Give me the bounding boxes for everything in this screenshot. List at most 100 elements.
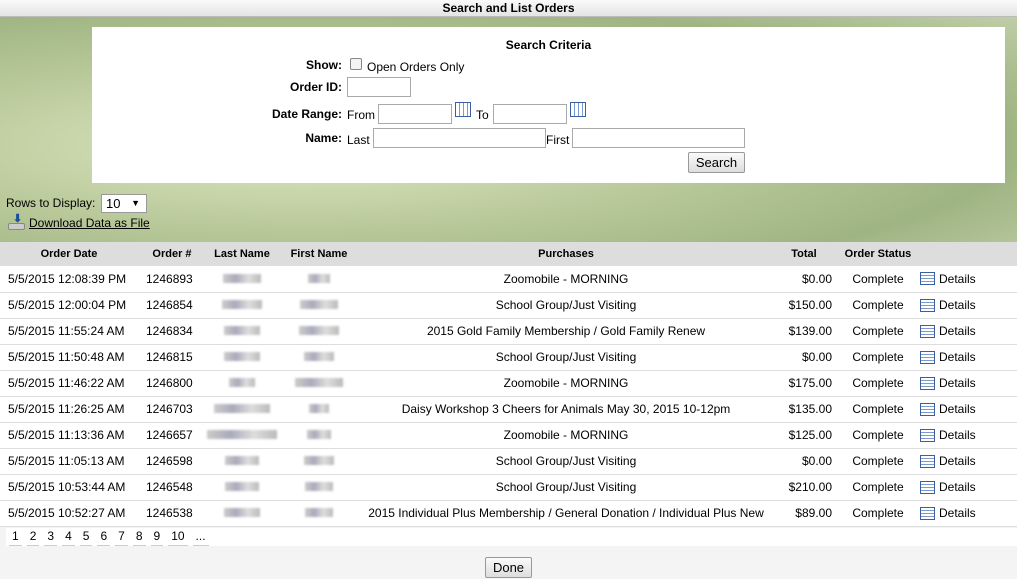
- rows-value: 10: [106, 196, 121, 211]
- order-status: Complete: [836, 344, 920, 371]
- order-date: 5/5/2015 12:00:04 PM: [0, 292, 138, 319]
- calendar-icon[interactable]: [455, 102, 471, 117]
- column-header: Total: [772, 242, 836, 266]
- grid-icon: [920, 272, 935, 286]
- order-status: Complete: [836, 292, 920, 319]
- column-header: Purchases: [360, 242, 772, 266]
- last-name-redacted: [225, 482, 259, 491]
- first-name-redacted: [307, 430, 331, 439]
- page-link[interactable]: 1: [9, 528, 22, 546]
- search-button[interactable]: Search: [688, 152, 745, 173]
- table-row: 5/5/2015 11:26:25 AM 1246703 Daisy Works…: [0, 396, 1017, 423]
- total: $0.00: [772, 344, 836, 371]
- page-link[interactable]: 5: [79, 528, 93, 546]
- order-number: 1246538: [138, 500, 206, 527]
- first-name-input[interactable]: [572, 128, 745, 148]
- order-id-label: Order ID:: [289, 80, 342, 94]
- grid-icon: [920, 506, 935, 520]
- total: $210.00: [772, 474, 836, 501]
- grid-icon: [920, 376, 935, 390]
- page-link[interactable]: 6: [97, 528, 111, 546]
- column-header: [920, 242, 1017, 266]
- done-button[interactable]: Done: [485, 557, 532, 578]
- order-status: Complete: [836, 448, 920, 475]
- first-name-redacted: [304, 352, 334, 361]
- purchases: Zoomobile - MORNING: [360, 370, 772, 397]
- details-label: Details: [939, 506, 976, 520]
- details-link[interactable]: Details: [920, 480, 1017, 494]
- table-row: 5/5/2015 11:55:24 AM 1246834 2015 Gold F…: [0, 318, 1017, 345]
- grid-icon: [920, 402, 935, 416]
- last-name-redacted: [224, 508, 260, 517]
- order-date: 5/5/2015 10:53:44 AM: [0, 474, 138, 501]
- purchases: Daisy Workshop 3 Cheers for Animals May …: [360, 396, 772, 423]
- details-label: Details: [939, 350, 976, 364]
- to-label: To: [476, 108, 489, 122]
- table-row: 5/5/2015 12:08:39 PM 1246893 Zoomobile -…: [0, 266, 1017, 293]
- details-label: Details: [939, 402, 976, 416]
- details-link[interactable]: Details: [920, 376, 1017, 390]
- open-orders-label: Open Orders Only: [367, 60, 465, 74]
- last-name-redacted: [224, 326, 260, 335]
- details-link[interactable]: Details: [920, 506, 1017, 520]
- order-number: 1246815: [138, 344, 206, 371]
- grid-icon: [920, 480, 935, 494]
- page-link[interactable]: 4: [62, 528, 75, 546]
- open-orders-checkbox[interactable]: [350, 58, 362, 70]
- last-name-input[interactable]: [373, 128, 546, 148]
- search-criteria-heading: Search Criteria: [505, 38, 592, 52]
- details-link[interactable]: Details: [920, 324, 1017, 338]
- details-link[interactable]: Details: [920, 272, 1017, 286]
- order-number: 1246800: [138, 370, 206, 397]
- details-label: Details: [939, 324, 976, 338]
- first-name-redacted: [305, 482, 333, 491]
- download-link[interactable]: ⬇ Download Data as File: [8, 213, 150, 230]
- date-from-input[interactable]: [378, 104, 452, 124]
- details-link[interactable]: Details: [920, 402, 1017, 416]
- grid-icon: [920, 350, 935, 364]
- purchases: 2015 Gold Family Membership / Gold Famil…: [360, 318, 772, 345]
- total: $139.00: [772, 318, 836, 345]
- name-label: Name:: [305, 131, 342, 145]
- order-number: 1246703: [138, 396, 206, 423]
- details-label: Details: [939, 298, 976, 312]
- first-name-redacted: [304, 456, 334, 465]
- column-header: Last Name: [206, 242, 278, 266]
- calendar-icon[interactable]: [570, 102, 586, 117]
- date-range-label: Date Range:: [271, 107, 342, 121]
- last-name-redacted: [222, 300, 262, 309]
- first-label: First: [546, 133, 570, 147]
- details-link[interactable]: Details: [920, 298, 1017, 312]
- page-link[interactable]: 8: [132, 528, 146, 546]
- page-link[interactable]: 3: [44, 528, 58, 546]
- purchases: Zoomobile - MORNING: [360, 422, 772, 449]
- page-link[interactable]: 10: [168, 528, 188, 546]
- total: $175.00: [772, 370, 836, 397]
- order-id-input[interactable]: [347, 77, 411, 97]
- total: $135.00: [772, 396, 836, 423]
- last-name-redacted: [223, 273, 261, 283]
- column-header: Order Status: [836, 242, 920, 266]
- search-criteria-panel: Search Criteria Show: Open Orders Only O…: [92, 27, 1005, 183]
- order-date: 5/5/2015 11:26:25 AM: [0, 396, 138, 423]
- details-link[interactable]: Details: [920, 350, 1017, 364]
- last-name-redacted: [229, 378, 255, 387]
- details-link[interactable]: Details: [920, 454, 1017, 468]
- order-number: 1246834: [138, 318, 206, 345]
- from-label: From: [347, 108, 375, 122]
- page-link[interactable]: ...: [192, 528, 209, 546]
- show-label: Show:: [306, 58, 342, 72]
- page-link[interactable]: 7: [115, 528, 128, 546]
- table-row: 5/5/2015 11:46:22 AM 1246800 Zoomobile -…: [0, 370, 1017, 397]
- download-data-link[interactable]: Download Data as File: [29, 216, 150, 230]
- first-name-redacted: [299, 326, 339, 335]
- date-to-input[interactable]: [493, 104, 567, 124]
- orders-table: Order Date Order # Last Name First Name Purc…: [0, 242, 1017, 527]
- details-link[interactable]: Details: [920, 428, 1017, 442]
- rows-to-display-select[interactable]: 10 ▼: [101, 194, 147, 213]
- page-link[interactable]: 2: [26, 528, 40, 546]
- table-row: 5/5/2015 11:13:36 AM 1246657 Zoomobile -…: [0, 422, 1017, 449]
- order-number: 1246657: [138, 422, 206, 449]
- page-link[interactable]: 9: [150, 528, 164, 546]
- last-name-redacted: [207, 430, 277, 439]
